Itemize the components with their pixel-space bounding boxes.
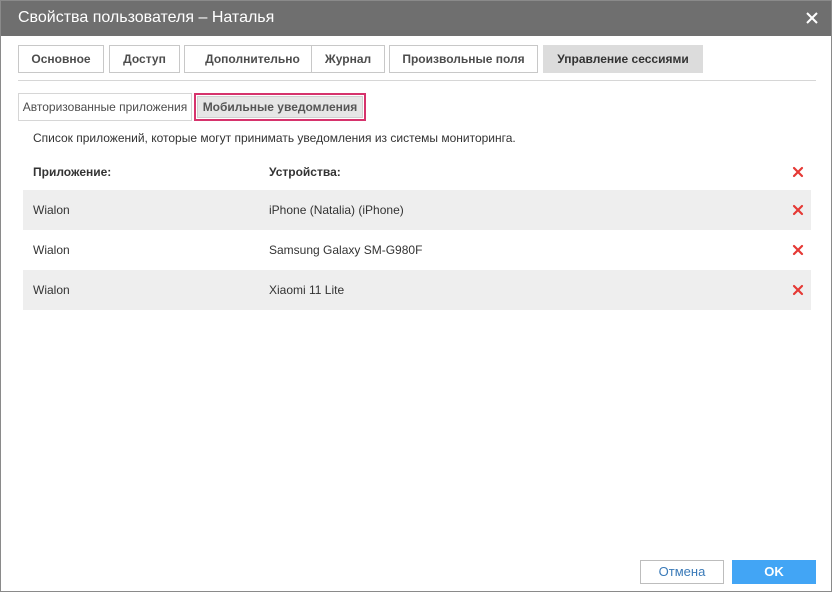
row-app: Wialon — [33, 243, 70, 257]
subtab-mobile-notifications-label: Мобильные уведомления — [197, 96, 363, 118]
delete-row-icon[interactable] — [792, 244, 804, 256]
table-row: Wialon Samsung Galaxy SM-G980F — [23, 230, 811, 270]
user-properties-dialog: Свойства пользователя – Наталья Основное… — [0, 0, 832, 592]
section-description: Список приложений, которые могут принима… — [33, 131, 516, 145]
tab-access[interactable]: Доступ — [109, 45, 180, 73]
close-icon[interactable] — [803, 9, 821, 27]
tab-log[interactable]: Журнал — [311, 45, 385, 73]
row-app: Wialon — [33, 203, 70, 217]
ok-button[interactable]: OK — [732, 560, 816, 584]
tabs-divider — [18, 80, 816, 81]
cancel-button[interactable]: Отмена — [640, 560, 724, 584]
row-device: Xiaomi 11 Lite — [269, 283, 345, 297]
row-app: Wialon — [33, 283, 70, 297]
dialog-title: Свойства пользователя – Наталья — [18, 9, 275, 26]
delete-row-icon[interactable] — [792, 284, 804, 296]
column-header-app: Приложение: — [33, 165, 112, 179]
delete-all-icon[interactable] — [792, 166, 804, 178]
table-row: Wialon iPhone (Natalia) (iPhone) — [23, 190, 811, 230]
tab-custom-fields[interactable]: Произвольные поля — [389, 45, 538, 73]
subtab-mobile-notifications[interactable]: Мобильные уведомления — [194, 93, 366, 121]
subtab-authorized-apps[interactable]: Авторизованные приложения — [18, 93, 192, 121]
column-header-devices: Устройства: — [269, 165, 341, 179]
tab-general[interactable]: Основное — [18, 45, 104, 73]
notifications-table: Приложение: Устройства: Wialon iPhone (N… — [23, 153, 811, 310]
table-row: Wialon Xiaomi 11 Lite — [23, 270, 811, 310]
dialog-titlebar: Свойства пользователя – Наталья — [1, 1, 831, 36]
row-device: Samsung Galaxy SM-G980F — [269, 243, 423, 257]
tab-advanced[interactable]: Дополнительно — [184, 45, 321, 73]
delete-row-icon[interactable] — [792, 204, 804, 216]
tab-session-management[interactable]: Управление сессиями — [543, 45, 703, 73]
table-header-row: Приложение: Устройства: — [23, 153, 811, 190]
row-device: iPhone (Natalia) (iPhone) — [269, 203, 404, 217]
